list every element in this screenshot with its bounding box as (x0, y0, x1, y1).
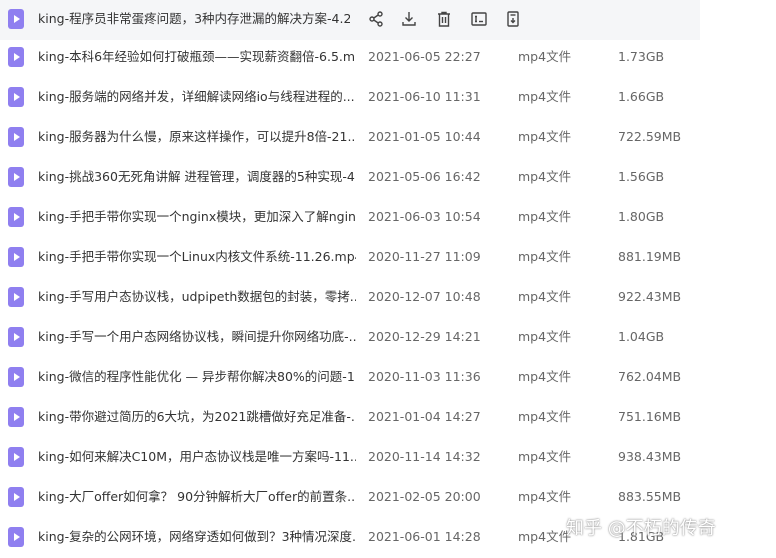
video-file-icon (8, 527, 24, 547)
file-type: mp4文件 (518, 129, 572, 144)
file-name[interactable]: king-服务端的网络并发，详细解读网络io与线程进程的... (38, 78, 356, 116)
file-name[interactable]: king-手写一个用户态网络协议栈，瞬间提升你网络功底-... (38, 318, 356, 356)
file-row[interactable]: king-挑战360无死角讲解 进程管理，调度器的5种实现-4... 2021-… (0, 158, 700, 198)
file-type: mp4文件 (518, 289, 572, 304)
video-file-icon (8, 9, 24, 29)
file-name[interactable]: king-挑战360无死角讲解 进程管理，调度器的5种实现-4... (38, 158, 356, 196)
file-row[interactable]: king-手把手带你实现一个Linux内核文件系统-11.26.mp4 2020… (0, 238, 700, 278)
file-date: 2021-02-05 20:00 (368, 489, 481, 504)
file-name[interactable]: king-手写用户态协议栈，udpipeth数据包的封装，零拷... (38, 278, 356, 316)
file-size: 1.66GB (618, 89, 665, 104)
file-row[interactable]: king-本科6年经验如何打破瓶颈——实现薪资翻倍-6.5.m... 2021-… (0, 38, 700, 78)
video-file-icon (8, 47, 24, 67)
file-row[interactable]: king-服务器为什么慢，原来这样操作，可以提升8倍-21.... 2021-0… (0, 118, 700, 158)
file-name[interactable]: king-大厂offer如何拿？ 90分钟解析大厂offer的前置条... (38, 478, 356, 516)
file-date: 2020-12-29 14:21 (368, 329, 481, 344)
file-size: 1.80GB (618, 209, 665, 224)
file-date: 2021-06-01 14:28 (368, 529, 481, 544)
file-type: mp4文件 (518, 529, 572, 544)
video-file-icon (8, 327, 24, 347)
file-date: 2021-06-05 22:27 (368, 49, 481, 64)
file-row[interactable]: king-手把手带你实现一个nginx模块，更加深入了解ngin... 2021… (0, 198, 700, 238)
file-size: 751.16MB (618, 409, 682, 424)
file-size: 938.43MB (618, 449, 682, 464)
file-size: 762.04MB (618, 369, 682, 384)
video-file-icon (8, 127, 24, 147)
watermark: 知乎 @不朽的传奇 (566, 518, 716, 539)
file-type: mp4文件 (518, 169, 572, 184)
rename-icon[interactable] (469, 9, 489, 29)
file-type: mp4文件 (518, 249, 572, 264)
file-date: 2020-11-03 11:36 (368, 369, 481, 384)
move-icon[interactable] (503, 9, 523, 29)
video-file-icon (8, 407, 24, 427)
file-name[interactable]: king-服务器为什么慢，原来这样操作，可以提升8倍-21.... (38, 118, 356, 156)
file-date: 2020-11-14 14:32 (368, 449, 481, 464)
file-size: 1.56GB (618, 169, 665, 184)
file-row[interactable]: king-程序员非常蛋疼问题，3种内存泄漏的解决方案-4.2... (0, 0, 700, 40)
file-row[interactable]: king-大厂offer如何拿？ 90分钟解析大厂offer的前置条... 20… (0, 478, 700, 518)
file-type: mp4文件 (518, 89, 572, 104)
video-file-icon (8, 367, 24, 387)
file-size: 722.59MB (618, 129, 682, 144)
file-name[interactable]: king-如何来解决C10M，用户态协议栈是唯一方案吗-11.... (38, 438, 356, 476)
trash-icon[interactable] (434, 9, 454, 29)
share-icon[interactable] (366, 9, 386, 29)
file-size: 1.04GB (618, 329, 665, 344)
video-file-icon (8, 487, 24, 507)
file-type: mp4文件 (518, 409, 572, 424)
file-date: 2021-01-05 10:44 (368, 129, 481, 144)
file-size: 883.55MB (618, 489, 682, 504)
file-size: 881.19MB (618, 249, 682, 264)
file-row[interactable]: king-如何来解决C10M，用户态协议栈是唯一方案吗-11.... 2020-… (0, 438, 700, 478)
file-row[interactable]: king-微信的程序性能优化 — 异步帮你解决80%的问题-1... 2020-… (0, 358, 700, 398)
file-name[interactable]: king-手把手带你实现一个Linux内核文件系统-11.26.mp4 (38, 238, 356, 276)
file-date: 2020-11-27 11:09 (368, 249, 481, 264)
file-size: 922.43MB (618, 289, 682, 304)
file-size: 1.73GB (618, 49, 665, 64)
video-file-icon (8, 287, 24, 307)
file-date: 2021-06-03 10:54 (368, 209, 481, 224)
file-date: 2021-05-06 16:42 (368, 169, 481, 184)
file-name[interactable]: king-复杂的公网环境，网络穿透如何做到？3种情况深度... (38, 518, 356, 556)
video-file-icon (8, 247, 24, 267)
file-row[interactable]: king-手写用户态协议栈，udpipeth数据包的封装，零拷... 2020-… (0, 278, 700, 318)
download-icon[interactable] (399, 9, 419, 29)
video-file-icon (8, 447, 24, 467)
file-row[interactable]: king-手写一个用户态网络协议栈，瞬间提升你网络功底-... 2020-12-… (0, 318, 700, 358)
video-file-icon (8, 207, 24, 227)
file-name[interactable]: king-程序员非常蛋疼问题，3种内存泄漏的解决方案-4.2... (38, 0, 350, 38)
file-type: mp4文件 (518, 449, 572, 464)
file-type: mp4文件 (518, 49, 572, 64)
file-date: 2020-12-07 10:48 (368, 289, 481, 304)
file-type: mp4文件 (518, 489, 572, 504)
file-name[interactable]: king-带你避过简历的6大坑，为2021跳槽做好充足准备-... (38, 398, 356, 436)
file-row[interactable]: king-服务端的网络并发，详细解读网络io与线程进程的... 2021-06-… (0, 78, 700, 118)
video-file-icon (8, 167, 24, 187)
file-type: mp4文件 (518, 209, 572, 224)
file-name[interactable]: king-手把手带你实现一个nginx模块，更加深入了解ngin... (38, 198, 356, 236)
file-name[interactable]: king-微信的程序性能优化 — 异步帮你解决80%的问题-1... (38, 358, 356, 396)
file-type: mp4文件 (518, 329, 572, 344)
file-row[interactable]: king-带你避过简历的6大坑，为2021跳槽做好充足准备-... 2021-0… (0, 398, 700, 438)
file-name[interactable]: king-本科6年经验如何打破瓶颈——实现薪资翻倍-6.5.m... (38, 38, 356, 76)
file-date: 2021-01-04 14:27 (368, 409, 481, 424)
file-date: 2021-06-10 11:31 (368, 89, 481, 104)
video-file-icon (8, 87, 24, 107)
file-type: mp4文件 (518, 369, 572, 384)
